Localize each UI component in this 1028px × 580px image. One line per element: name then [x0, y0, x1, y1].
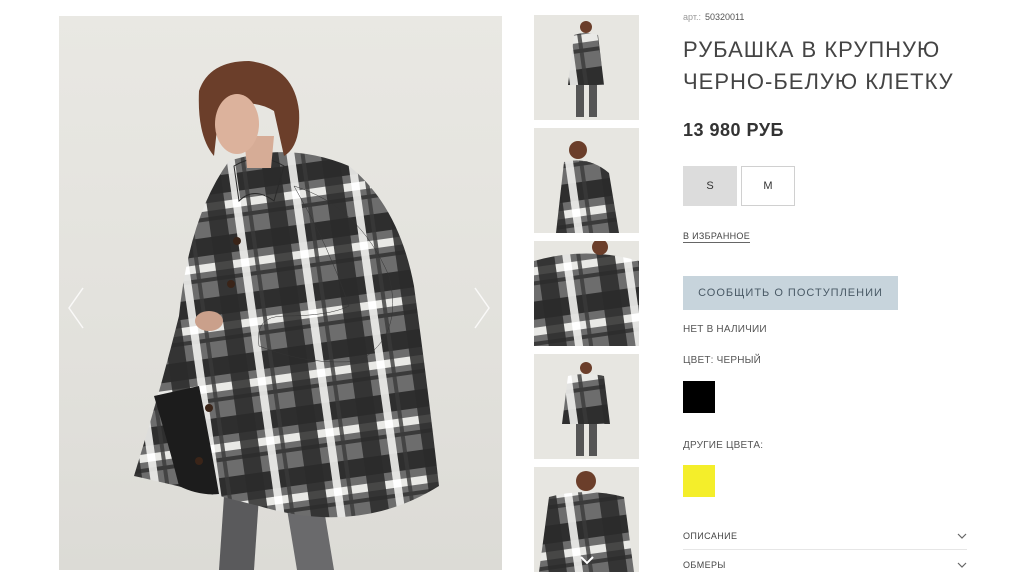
add-to-favorites-link[interactable]: В ИЗБРАННОЕ: [683, 231, 751, 243]
other-colors-label: ДРУГИЕ ЦВЕТА:: [683, 440, 764, 451]
thumbnail-image: [534, 15, 639, 120]
product-title: РУБАШКА В КРУПНУЮ ЧЕРНО-БЕЛУЮ КЛЕТКУ: [683, 37, 954, 94]
notify-when-available-button[interactable]: СООБЩИТЬ О ПОСТУПЛЕНИИ: [683, 276, 898, 310]
prev-image-button[interactable]: [65, 286, 87, 330]
chevron-down-icon: [957, 533, 967, 539]
thumbnail-image: [534, 128, 639, 233]
chevron-left-icon: [68, 287, 84, 329]
thumbnails-scroll-down-button[interactable]: [579, 553, 595, 565]
thumbnail-list: [534, 15, 639, 580]
main-product-image[interactable]: [59, 16, 502, 570]
description-label: ОПИСАНИЕ: [683, 530, 738, 541]
product-price: 13 980 РУБ: [683, 120, 784, 140]
thumbnail-4[interactable]: [534, 354, 639, 459]
thumbnail-image: [534, 241, 639, 346]
next-image-button[interactable]: [471, 286, 493, 330]
measurements-accordion[interactable]: ОБМЕРЫ: [683, 551, 967, 579]
chevron-right-icon: [474, 287, 490, 329]
chevron-down-icon: [957, 562, 967, 568]
size-selector: S M: [683, 166, 795, 206]
thumbnail-2[interactable]: [534, 128, 639, 233]
color-swatch-black[interactable]: [683, 381, 715, 413]
color-swatch-yellow[interactable]: [683, 465, 715, 497]
stock-status: НЕТ В НАЛИЧИИ: [683, 324, 767, 335]
color-label: ЦВЕТ: ЧЕРНЫЙ: [683, 355, 762, 366]
measurements-label: ОБМЕРЫ: [683, 560, 726, 570]
size-option-s[interactable]: S: [683, 166, 737, 206]
size-option-m[interactable]: M: [741, 166, 795, 206]
thumbnail-1[interactable]: [534, 15, 639, 120]
description-accordion[interactable]: ОПИСАНИЕ: [683, 522, 967, 550]
thumbnail-image: [534, 354, 639, 459]
sku-label: арт.:: [683, 12, 701, 22]
thumbnail-3[interactable]: [534, 241, 639, 346]
sku-number: 50320011: [704, 12, 745, 22]
model-photo: [134, 61, 439, 570]
chevron-down-icon: [580, 556, 594, 565]
sku: арт.: 50320011: [683, 12, 744, 22]
